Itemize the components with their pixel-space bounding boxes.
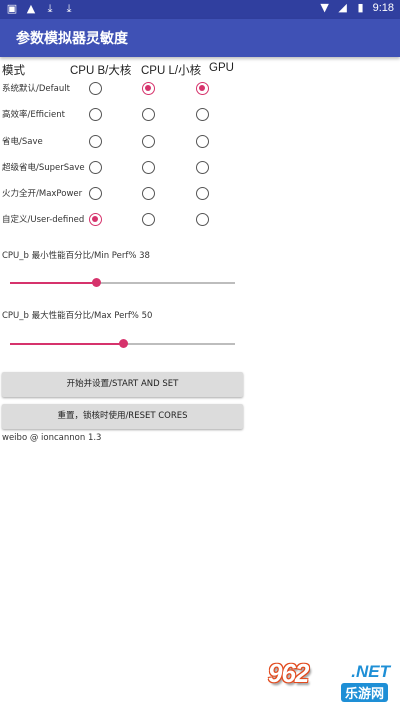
radio-gpu[interactable] (196, 135, 209, 148)
radio-cpu-big[interactable] (89, 82, 102, 95)
watermark-site-name: 乐游网 (340, 683, 388, 702)
slider-thumb[interactable] (91, 278, 101, 287)
mode-row-save: 省电/Save (0, 129, 400, 155)
mode-row-efficient: 高效率/Efficient (0, 102, 400, 128)
mode-label: 超级省电/SuperSave (2, 163, 85, 173)
download-icon: ⤓ (47, 2, 53, 15)
start-and-set-button[interactable]: 开始并设置/START AND SET (2, 372, 243, 397)
mode-label: 省电/Save (2, 137, 43, 147)
radio-gpu[interactable] (196, 161, 209, 174)
column-header-gpu: GPU (209, 62, 234, 74)
mode-row-supersave: 超级省电/SuperSave (0, 155, 400, 181)
radio-cpu-little[interactable] (142, 135, 155, 148)
mode-row-default: 系统默认/Default (0, 76, 400, 102)
mode-row-maxpower: 火力全开/MaxPower (0, 181, 400, 207)
radio-gpu[interactable] (196, 82, 209, 95)
radio-cpu-little[interactable] (142, 213, 155, 226)
radio-cpu-big[interactable] (89, 135, 102, 148)
radio-gpu[interactable] (196, 213, 209, 226)
slider-thumb[interactable] (118, 339, 128, 348)
radio-cpu-big[interactable] (89, 213, 102, 226)
slider-fill (10, 282, 96, 284)
radio-gpu[interactable] (196, 187, 209, 200)
radio-cpu-big[interactable] (89, 161, 102, 174)
radio-gpu[interactable] (196, 108, 209, 121)
wifi-icon: ▼ (320, 1, 329, 14)
mode-row-user-defined: 自定义/User-defined (0, 207, 400, 233)
site-watermark: 962 .NET 乐游网 (264, 658, 394, 704)
slider-fill (10, 343, 123, 345)
watermark-logo: 962 (268, 658, 309, 688)
radio-cpu-little[interactable] (142, 108, 155, 121)
version-footer: weibo @ ioncannon 1.3 (2, 433, 102, 443)
max-perf-label: CPU_b 最大性能百分比/Max Perf% 50 (2, 311, 153, 321)
status-bar: ▣ ▲ ⤓ ⤓ ▼ ◢ ▮ 9:18 (0, 0, 400, 19)
watermark-net: .NET (351, 662, 390, 681)
radio-cpu-little[interactable] (142, 161, 155, 174)
mode-label: 系统默认/Default (2, 84, 70, 94)
clock: 9:18 (372, 1, 394, 14)
app-bar: 参数模拟器灵敏度 (0, 19, 400, 57)
radio-cpu-big[interactable] (89, 187, 102, 200)
image-icon: ▣ (6, 2, 18, 15)
mode-label: 高效率/Efficient (2, 110, 65, 120)
mode-label: 自定义/User-defined (2, 215, 85, 225)
radio-cpu-little[interactable] (142, 187, 155, 200)
mode-label: 火力全开/MaxPower (2, 189, 83, 199)
app-title: 参数模拟器灵敏度 (16, 31, 128, 47)
download-icon: ⤓ (66, 2, 72, 15)
radio-cpu-big[interactable] (89, 108, 102, 121)
battery-icon: ▮ (357, 1, 364, 14)
reset-cores-button[interactable]: 重置，锁核时使用/RESET CORES (2, 404, 243, 429)
signal-icon: ◢ (338, 1, 347, 14)
warning-icon: ▲ (26, 2, 36, 15)
min-perf-slider[interactable] (10, 277, 235, 289)
max-perf-slider[interactable] (10, 338, 235, 350)
min-perf-label: CPU_b 最小性能百分比/Min Perf% 38 (2, 251, 150, 261)
radio-cpu-little[interactable] (142, 82, 155, 95)
